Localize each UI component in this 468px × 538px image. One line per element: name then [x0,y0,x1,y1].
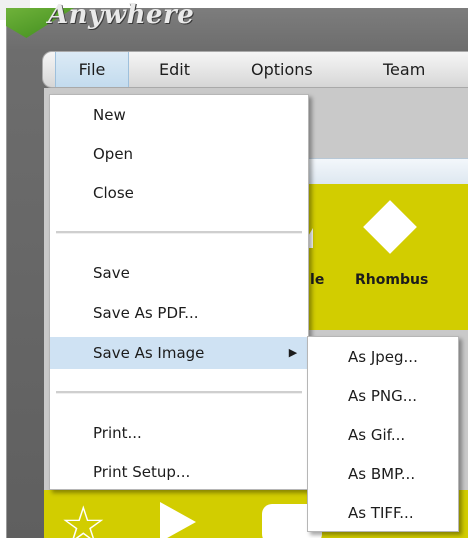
menu-item-save-as-image[interactable]: Save As Image ▶ [50,337,308,369]
triangle-right-icon: ▶ [288,346,298,359]
menu-item-save-as-image-label: Save As Image [93,344,205,362]
submenu-item-bmp[interactable]: As BMP... [308,458,458,490]
arrow-shape-icon[interactable] [160,502,196,538]
star-shape-icon[interactable]: ☆ [60,500,107,538]
menu-item-save[interactable]: Save [50,257,308,289]
menu-file[interactable]: File [55,52,129,87]
submenu-item-gif[interactable]: As Gif... [308,419,458,451]
save-as-image-submenu: As Jpeg... As PNG... As Gif... As BMP...… [307,336,459,532]
menu-separator [56,391,302,394]
submenu-item-jpeg[interactable]: As Jpeg... [308,341,458,373]
menu-item-print[interactable]: Print... [50,417,308,449]
menu-item-open[interactable]: Open [50,138,308,170]
menu-item-new[interactable]: New [50,99,308,131]
file-menu-dropdown: New Open Close Save Save As PDF... Save … [49,94,309,490]
app-logo: Anywhere [48,0,195,30]
menu-bar: File Edit Options Team [42,51,468,88]
menu-options[interactable]: Options [251,52,313,87]
rhombus-shape-label: Rhombus [355,272,429,288]
menu-team[interactable]: Team [383,52,425,87]
submenu-item-png[interactable]: As PNG... [308,380,458,412]
menu-item-close[interactable]: Close [50,177,308,209]
menu-item-print-setup[interactable]: Print Setup... [50,456,308,488]
menu-item-save-as-pdf[interactable]: Save As PDF... [50,297,308,329]
menu-separator [56,231,302,234]
menu-edit[interactable]: Edit [159,52,190,87]
submenu-item-tiff[interactable]: As TIFF... [308,497,458,529]
app-window: Anywhere gle Rhombus ☆ File Edit Options… [0,0,468,538]
